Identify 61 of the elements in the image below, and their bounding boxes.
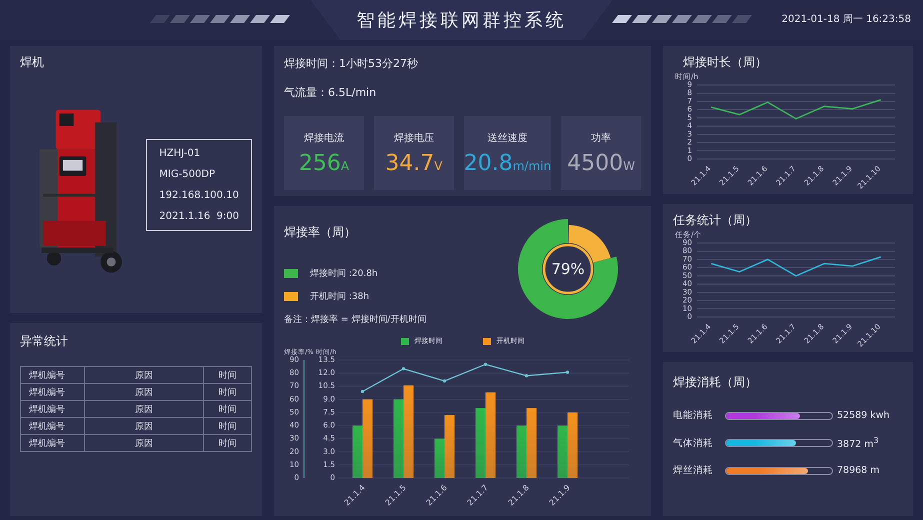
metric-label: 焊接电压 [394, 132, 434, 144]
table-cell: 原因 [84, 400, 204, 418]
bar [526, 408, 536, 478]
info-text: MIG-500DP [159, 169, 216, 180]
metric-label: 焊接电流 [304, 132, 344, 144]
consumption-value: 78968 m [837, 465, 880, 476]
bar [516, 426, 526, 478]
table-cell: 焊机编号 [20, 434, 84, 452]
table-cell: 时间 [204, 400, 252, 418]
data-point [442, 379, 446, 383]
legend-label: 焊接时间 :20.8h [310, 268, 378, 280]
metric-value: 256A [298, 150, 350, 176]
data-point [566, 370, 570, 374]
info-text: 2021.1.16 9:00 [159, 211, 239, 222]
panel-title: 焊接率（周） [284, 224, 357, 241]
metric-label: 功率 [591, 132, 612, 144]
panel-title: 焊接时长（周） [682, 54, 768, 71]
bar [568, 412, 578, 478]
panel-title: 焊接消耗（周） [673, 374, 758, 391]
data-point [402, 367, 406, 370]
info-text: 192.168.100.10 [159, 190, 239, 201]
table-cell: 时间 [204, 384, 252, 400]
status-text: 焊接时间：1小时53分27秒 [284, 56, 419, 71]
consumption-label: 焊丝消耗 [673, 464, 714, 478]
metric-value: 20.8m/min [464, 150, 552, 176]
bar [558, 426, 568, 478]
consumption-label: 气体消耗 [673, 436, 714, 450]
app-title: 智能焊接联网群控系统 [356, 9, 566, 32]
consumption-value: 3872 m$^{3}$ [837, 436, 880, 450]
legend-label: 开机时间 :38h [310, 290, 370, 303]
table-cell: 原因 [84, 434, 204, 452]
info-text: HZHJ-01 [159, 148, 202, 159]
status-text: 气流量：6.5L/min [284, 85, 378, 100]
panel-title: 任务统计（周） [673, 212, 758, 229]
panel-title: 异常统计 [20, 333, 69, 350]
percentage-label: 79% [551, 260, 585, 278]
consumption-label: 电能消耗 [673, 409, 714, 422]
table-cell: 焊机编号 [20, 366, 84, 384]
legend-swatch [482, 338, 490, 344]
metric-label: 送丝速度 [487, 132, 528, 144]
table-cell: 时间 [204, 434, 252, 452]
data-point [484, 362, 488, 366]
table-cell: 焊机编号 [20, 400, 84, 418]
date-time: 2021-01-18 周一 16:23:58 [782, 13, 911, 26]
ring-center [542, 244, 594, 294]
panel-title: 焊机 [20, 54, 45, 71]
bar [476, 408, 486, 478]
table-cell: 原因 [84, 418, 204, 434]
table-cell: 焊机编号 [20, 384, 84, 400]
table-cell: 时间 [204, 418, 252, 434]
data-point [524, 374, 528, 378]
note-text: 备注：焊接率 = 焊接时间/开机时间 [284, 314, 426, 326]
metric-value: 4500W [567, 150, 635, 176]
table-cell: 原因 [84, 366, 204, 384]
table-cell: 原因 [84, 384, 204, 400]
data-point [360, 390, 364, 394]
table-cell: 时间 [204, 366, 252, 384]
legend-swatch [400, 338, 408, 344]
table-cell: 焊机编号 [20, 418, 84, 434]
consumption-value: 52589 kwh [837, 410, 891, 421]
metric-value: 34.7V [385, 150, 442, 176]
